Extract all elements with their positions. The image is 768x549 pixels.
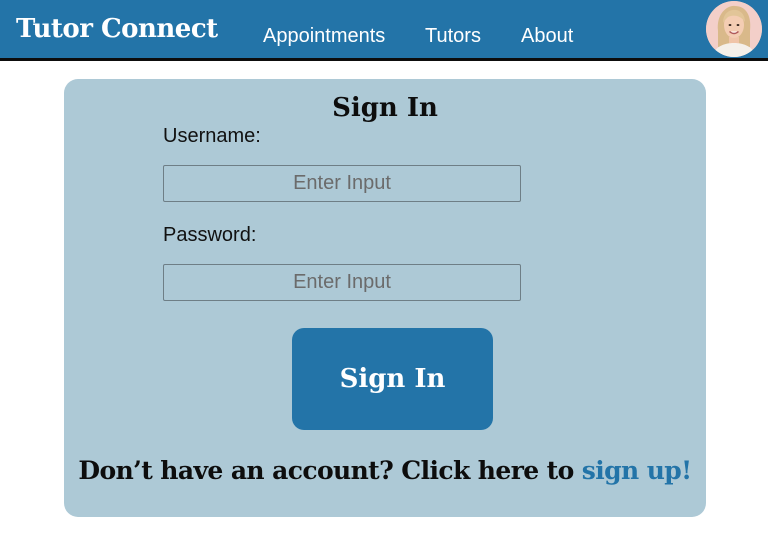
password-label: Password: — [163, 224, 257, 246]
signup-prompt: Don’t have an account? Click here to sig… — [64, 456, 706, 486]
username-label: Username: — [163, 125, 261, 147]
signin-button[interactable]: Sign In — [292, 328, 493, 430]
top-navbar: Tutor Connect Appointments Tutors About — [0, 0, 768, 61]
signup-prompt-text: Don’t have an account? Click here to — [78, 456, 582, 485]
nav-link-tutors[interactable]: Tutors — [425, 26, 481, 46]
username-input[interactable] — [163, 165, 521, 202]
user-avatar[interactable] — [706, 1, 762, 57]
user-avatar-icon — [706, 1, 762, 57]
password-input[interactable] — [163, 264, 521, 301]
signin-card: Sign In Username: Password: Sign In Don’… — [64, 79, 706, 517]
signin-title: Sign In — [332, 93, 438, 123]
brand-logo-text[interactable]: Tutor Connect — [16, 16, 218, 42]
nav-link-appointments[interactable]: Appointments — [263, 26, 385, 46]
signup-link[interactable]: sign up! — [582, 456, 692, 485]
nav-link-about[interactable]: About — [521, 26, 573, 46]
